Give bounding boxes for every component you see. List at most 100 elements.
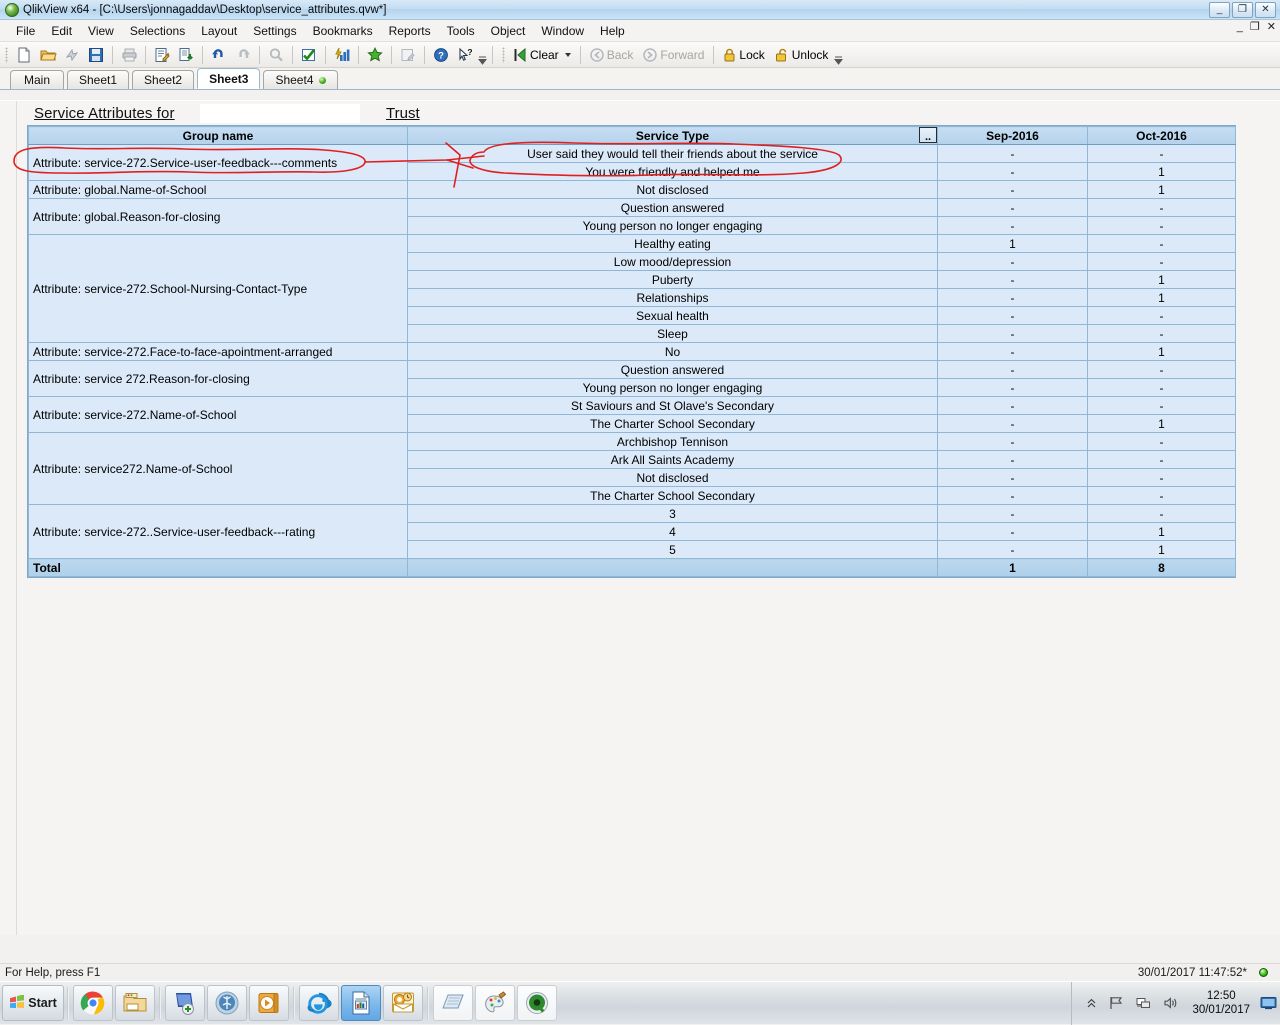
service-type-cell[interactable]: Relationships bbox=[408, 289, 938, 307]
service-type-cell[interactable]: Question answered bbox=[408, 361, 938, 379]
quick-chart-icon[interactable] bbox=[331, 44, 353, 66]
service-type-cell[interactable]: 3 bbox=[408, 505, 938, 523]
service-type-cell[interactable]: Not disclosed bbox=[408, 181, 938, 199]
service-type-cell[interactable]: Young person no longer engaging bbox=[408, 379, 938, 397]
taskbar-notepad-icon[interactable] bbox=[433, 985, 473, 1021]
value-cell-sep-2016[interactable]: - bbox=[938, 325, 1088, 343]
taskbar-qlikview-document-icon[interactable] bbox=[341, 985, 381, 1021]
volume-icon[interactable] bbox=[1163, 996, 1178, 1010]
value-cell-sep-2016[interactable]: - bbox=[938, 343, 1088, 361]
undo-icon[interactable] bbox=[208, 44, 230, 66]
redo-icon[interactable] bbox=[232, 44, 254, 66]
menu-file[interactable]: File bbox=[8, 21, 43, 41]
pivot-table-object[interactable]: Group name Service Type .. Sep-2016 Oct-… bbox=[27, 125, 1236, 578]
value-cell-sep-2016[interactable]: - bbox=[938, 271, 1088, 289]
table-viewer-icon[interactable] bbox=[175, 44, 197, 66]
group-name-cell[interactable]: Attribute: service-272..Service-user-fee… bbox=[29, 505, 408, 559]
value-cell-oct-2016[interactable]: - bbox=[1088, 505, 1236, 523]
menu-tools[interactable]: Tools bbox=[439, 21, 483, 41]
taskbar-internet-explorer-icon[interactable] bbox=[299, 985, 339, 1021]
value-cell-sep-2016[interactable]: - bbox=[938, 199, 1088, 217]
table-row[interactable]: Attribute: global.Reason-for-closingQues… bbox=[29, 199, 1236, 217]
menu-selections[interactable]: Selections bbox=[122, 21, 193, 41]
value-cell-oct-2016[interactable]: 1 bbox=[1088, 271, 1236, 289]
group-name-cell[interactable]: Attribute: service-272.Service-user-feed… bbox=[29, 145, 408, 181]
value-cell-oct-2016[interactable]: 1 bbox=[1088, 343, 1236, 361]
toolbar-overflow-button[interactable] bbox=[477, 44, 488, 66]
value-cell-oct-2016[interactable]: - bbox=[1088, 433, 1236, 451]
menu-reports[interactable]: Reports bbox=[381, 21, 439, 41]
menu-layout[interactable]: Layout bbox=[193, 21, 245, 41]
close-button[interactable]: ✕ bbox=[1255, 2, 1276, 18]
value-cell-oct-2016[interactable]: - bbox=[1088, 361, 1236, 379]
show-desktop-button[interactable] bbox=[1258, 988, 1278, 1018]
value-cell-oct-2016[interactable]: - bbox=[1088, 397, 1236, 415]
value-cell-oct-2016[interactable]: 1 bbox=[1088, 289, 1236, 307]
table-row[interactable]: Attribute: global.Name-of-SchoolNot disc… bbox=[29, 181, 1236, 199]
group-name-cell[interactable]: Attribute: service-272.Face-to-face-apoi… bbox=[29, 343, 408, 361]
menu-edit[interactable]: Edit bbox=[43, 21, 80, 41]
value-cell-sep-2016[interactable]: - bbox=[938, 451, 1088, 469]
value-cell-oct-2016[interactable]: 1 bbox=[1088, 523, 1236, 541]
service-type-cell[interactable]: Young person no longer engaging bbox=[408, 217, 938, 235]
value-cell-sep-2016[interactable]: - bbox=[938, 487, 1088, 505]
column-header-oct-2016[interactable]: Oct-2016 bbox=[1088, 127, 1236, 145]
service-type-cell[interactable]: Sleep bbox=[408, 325, 938, 343]
value-cell-sep-2016[interactable]: - bbox=[938, 181, 1088, 199]
maximize-button[interactable]: ❐ bbox=[1232, 2, 1253, 18]
value-cell-sep-2016[interactable]: - bbox=[938, 289, 1088, 307]
column-header-sep-2016[interactable]: Sep-2016 bbox=[938, 127, 1088, 145]
sheet-tab-main[interactable]: Main bbox=[10, 70, 64, 89]
group-name-cell[interactable]: Attribute: global.Name-of-School bbox=[29, 181, 408, 199]
current-selections-icon[interactable] bbox=[298, 44, 320, 66]
menu-help[interactable]: Help bbox=[592, 21, 633, 41]
help-icon[interactable]: ? bbox=[430, 44, 452, 66]
value-cell-sep-2016[interactable]: - bbox=[938, 433, 1088, 451]
favorite-star-icon[interactable] bbox=[364, 44, 386, 66]
value-cell-oct-2016[interactable]: - bbox=[1088, 217, 1236, 235]
menu-window[interactable]: Window bbox=[533, 21, 592, 41]
table-row[interactable]: Attribute: service-272.Face-to-face-apoi… bbox=[29, 343, 1236, 361]
service-type-cell[interactable]: 4 bbox=[408, 523, 938, 541]
service-type-cell[interactable]: Not disclosed bbox=[408, 469, 938, 487]
service-type-cell[interactable]: Low mood/depression bbox=[408, 253, 938, 271]
selections-toolbar-overflow-button[interactable] bbox=[833, 44, 844, 66]
back-button[interactable]: Back bbox=[585, 44, 639, 66]
value-cell-sep-2016[interactable]: - bbox=[938, 523, 1088, 541]
value-cell-sep-2016[interactable]: - bbox=[938, 253, 1088, 271]
action-center-flag-icon[interactable] bbox=[1109, 996, 1124, 1010]
search-icon[interactable] bbox=[265, 44, 287, 66]
sheet-tab-sheet4[interactable]: Sheet4 bbox=[263, 70, 337, 89]
column-header-service-type[interactable]: Service Type .. bbox=[408, 127, 938, 145]
value-cell-sep-2016[interactable]: - bbox=[938, 361, 1088, 379]
service-type-cell[interactable]: You were friendly and helped me bbox=[408, 163, 938, 181]
value-cell-sep-2016[interactable]: - bbox=[938, 379, 1088, 397]
table-row[interactable]: Attribute: service-272.School-Nursing-Co… bbox=[29, 235, 1236, 253]
taskbar-chrome-icon[interactable] bbox=[73, 985, 113, 1021]
save-icon[interactable] bbox=[85, 44, 107, 66]
service-type-cell[interactable]: Archbishop Tennison bbox=[408, 433, 938, 451]
unlock-button[interactable]: Unlock bbox=[770, 44, 834, 66]
value-cell-oct-2016[interactable]: - bbox=[1088, 199, 1236, 217]
service-type-cell[interactable]: The Charter School Secondary bbox=[408, 487, 938, 505]
service-type-cell[interactable]: Sexual health bbox=[408, 307, 938, 325]
value-cell-oct-2016[interactable]: 1 bbox=[1088, 181, 1236, 199]
value-cell-oct-2016[interactable]: - bbox=[1088, 451, 1236, 469]
value-cell-oct-2016[interactable]: 1 bbox=[1088, 415, 1236, 433]
chevron-down-icon[interactable] bbox=[565, 53, 571, 57]
pivot-collapse-menu-button[interactable]: .. bbox=[919, 127, 937, 143]
service-type-cell[interactable]: The Charter School Secondary bbox=[408, 415, 938, 433]
group-name-cell[interactable]: Attribute: global.Reason-for-closing bbox=[29, 199, 408, 235]
group-name-cell[interactable]: Attribute: service-272.Name-of-School bbox=[29, 397, 408, 433]
value-cell-oct-2016[interactable]: - bbox=[1088, 253, 1236, 271]
value-cell-sep-2016[interactable]: - bbox=[938, 217, 1088, 235]
value-cell-sep-2016[interactable]: - bbox=[938, 415, 1088, 433]
menu-settings[interactable]: Settings bbox=[245, 21, 304, 41]
group-name-cell[interactable]: Attribute: service-272.School-Nursing-Co… bbox=[29, 235, 408, 343]
service-type-cell[interactable]: St Saviours and St Olave's Secondary bbox=[408, 397, 938, 415]
value-cell-sep-2016[interactable]: - bbox=[938, 397, 1088, 415]
minimize-button[interactable]: _ bbox=[1209, 2, 1230, 18]
service-type-cell[interactable]: Question answered bbox=[408, 199, 938, 217]
taskbar-file-explorer-icon[interactable] bbox=[115, 985, 155, 1021]
taskbar-paint-icon[interactable] bbox=[475, 985, 515, 1021]
